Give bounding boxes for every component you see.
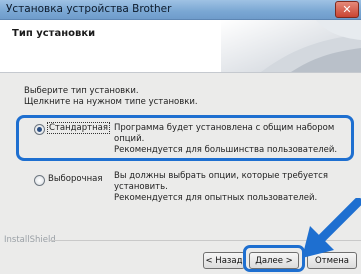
window-title: Установка устройства Brother xyxy=(6,3,172,15)
radio-custom[interactable] xyxy=(34,175,45,186)
instruction-line-2: Щелкните на нужном типе установки. xyxy=(24,97,198,107)
highlight-frame-next xyxy=(243,245,305,272)
option-desc-standard: Программа будет установлена с общим набо… xyxy=(114,123,339,156)
installshield-brand: InstallShield xyxy=(4,235,56,245)
option-desc-standard-line-1: Программа будет установлена с общим набо… xyxy=(114,123,335,144)
header-decoration-image xyxy=(221,20,361,72)
instruction-line-1: Выберите тип установки. xyxy=(24,86,139,96)
dialog-header: Тип установки xyxy=(0,20,361,73)
back-button[interactable]: < Назад xyxy=(203,252,245,269)
option-label-custom[interactable]: Выборочная xyxy=(48,174,102,184)
option-desc-custom-line-1: Вы должны выбрать опции, которые требует… xyxy=(114,171,328,192)
page-title: Тип установки xyxy=(12,28,96,39)
option-label-standard[interactable]: Стандартная xyxy=(47,122,110,134)
title-bar: Установка устройства Brother ✕ xyxy=(0,0,361,20)
instructions: Выберите тип установки. Щелкните на нужн… xyxy=(24,86,198,108)
close-button[interactable]: ✕ xyxy=(335,1,359,18)
pointer-arrow-icon xyxy=(302,198,361,258)
option-desc-standard-line-2: Рекомендуется для большинства пользовате… xyxy=(114,145,338,155)
radio-standard[interactable] xyxy=(34,124,45,135)
